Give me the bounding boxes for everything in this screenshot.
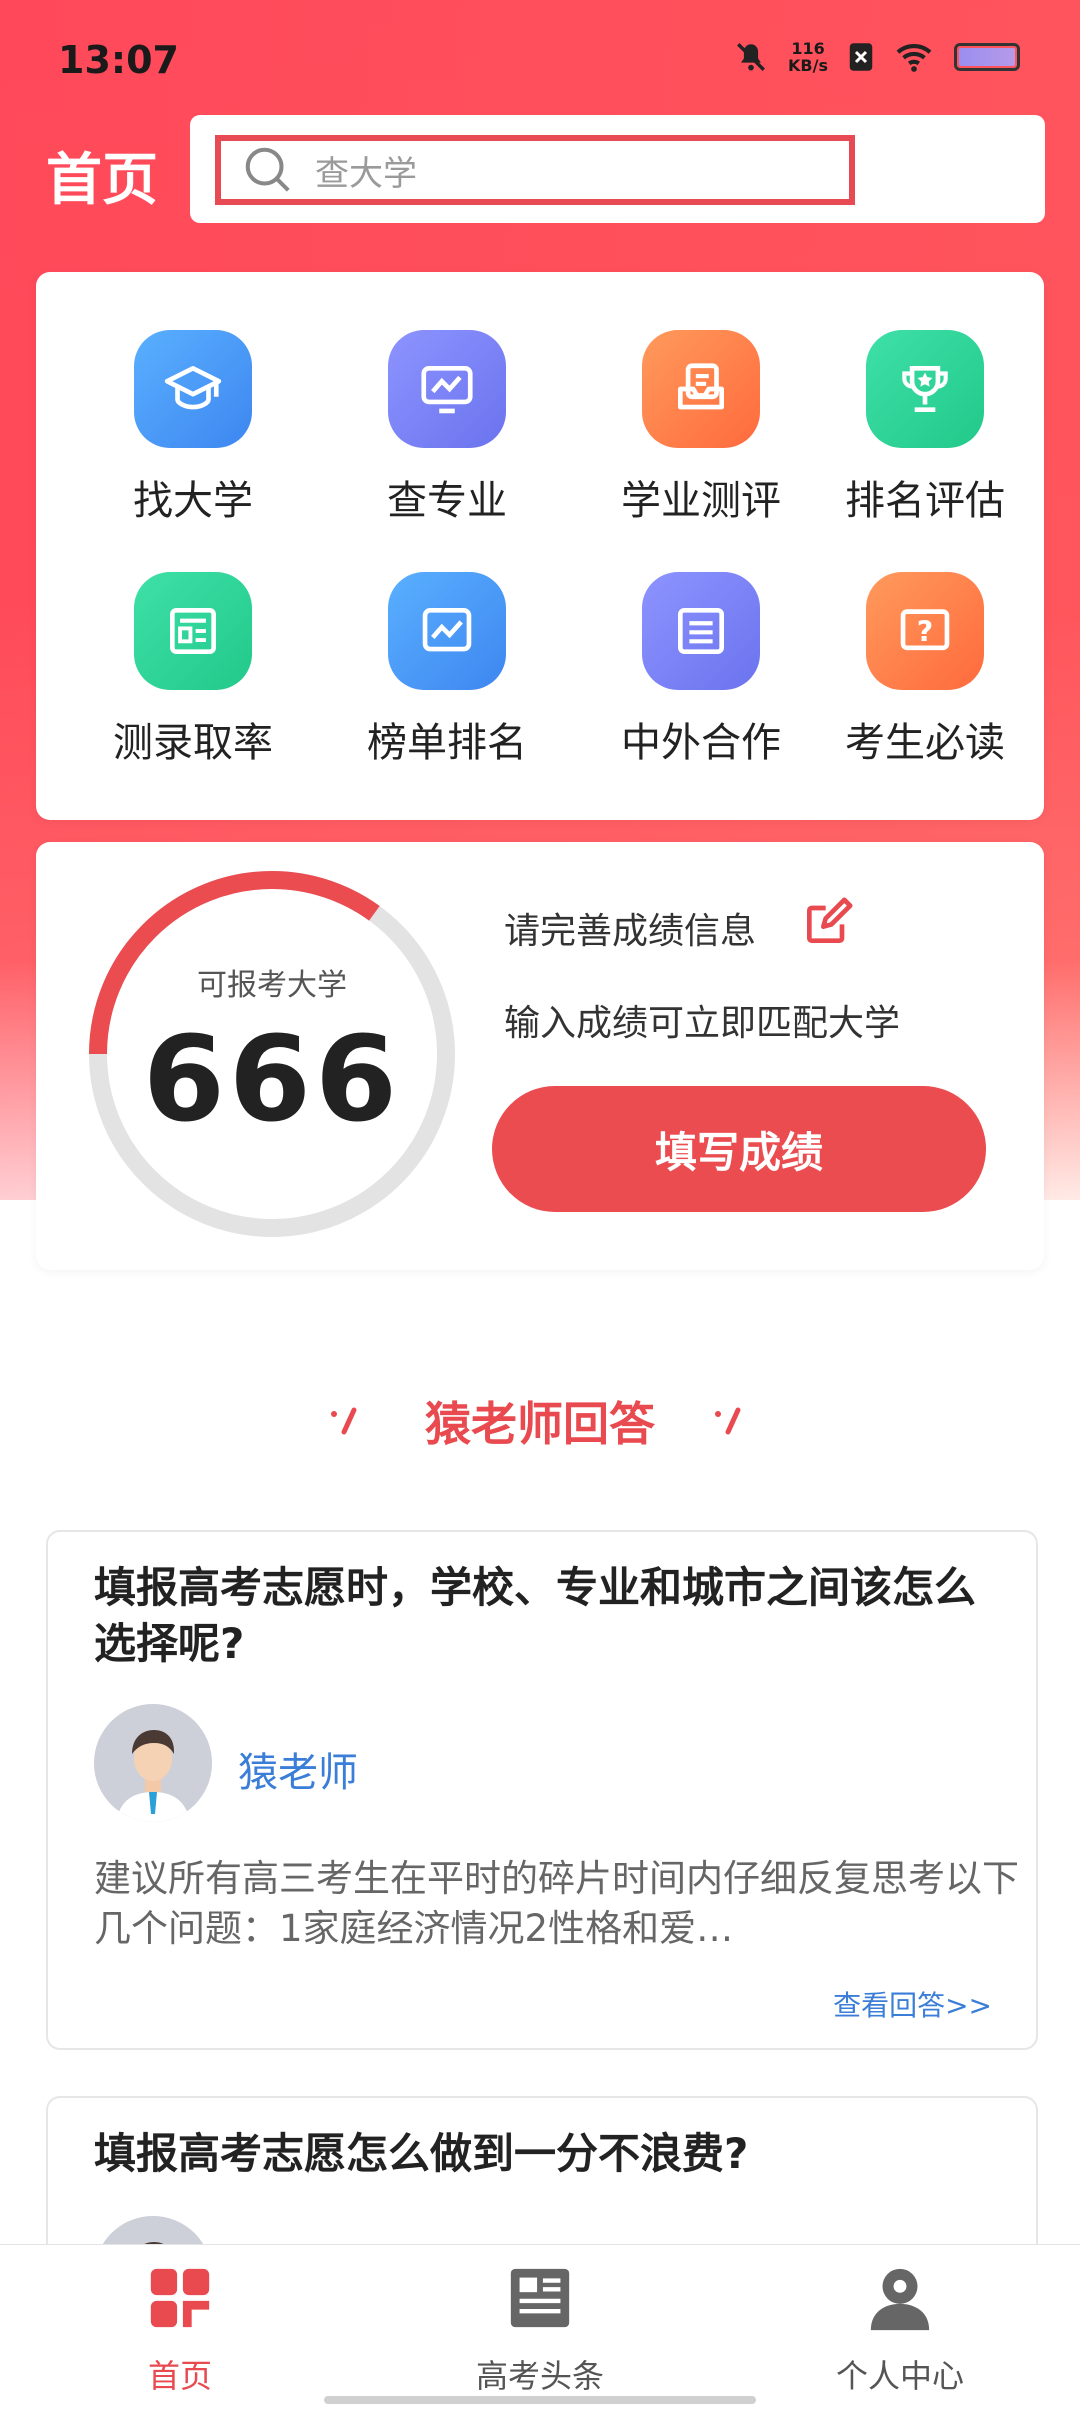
- top-header: 首页 查大学: [0, 115, 1080, 225]
- battery-icon: [954, 43, 1020, 71]
- trophy-icon: [866, 330, 984, 448]
- grid-item-must-read[interactable]: ? 考生必读: [830, 572, 1020, 772]
- list-doc-icon: [642, 572, 760, 690]
- ring-label: 可报考大学: [197, 968, 347, 1003]
- status-icons: 116 KB/s: [734, 40, 1020, 74]
- gesture-bar: [324, 2396, 756, 2404]
- question-card[interactable]: 填报高考志愿时，学校、专业和城市之间该怎么选择呢? 猿老师 建议所有高三考生在平…: [46, 1530, 1038, 2050]
- grid-item-international[interactable]: 中外合作: [576, 572, 826, 772]
- tab-label: 高考头条: [475, 2357, 604, 2395]
- net-speed: 116 KB/s: [788, 40, 828, 74]
- mute-bell-icon: [737, 43, 765, 71]
- search-icon: [245, 147, 290, 192]
- grid-item-ranking-eval[interactable]: 排名评估: [830, 330, 1020, 530]
- assessment-icon: [642, 330, 760, 448]
- tab-home[interactable]: 首页: [30, 2263, 330, 2397]
- search-placeholder: 查大学: [315, 153, 417, 194]
- graduation-cap-icon: [134, 330, 252, 448]
- avatar: [94, 1704, 212, 1822]
- grid-item-search-major[interactable]: 查专业: [322, 330, 572, 530]
- line-chart-icon: [388, 572, 506, 690]
- university-count: 666: [142, 1010, 402, 1148]
- decor-slash-icon: [715, 1407, 741, 1435]
- net-speed-value: 116: [791, 39, 825, 58]
- grid-item-label: 查专业: [387, 478, 507, 524]
- view-answer-link[interactable]: 查看回答>>: [833, 1984, 992, 2024]
- newspaper-icon: [134, 572, 252, 690]
- tab-news[interactable]: 高考头条: [390, 2263, 690, 2397]
- complete-score-tip: 请完善成绩信息: [504, 911, 757, 952]
- chart-monitor-icon: [388, 330, 506, 448]
- news-icon: [510, 2268, 570, 2328]
- grid-item-assessment[interactable]: 学业测评: [576, 330, 826, 530]
- tab-label: 个人中心: [835, 2357, 964, 2395]
- svg-text:?: ?: [917, 615, 933, 648]
- grid-item-admission-rate[interactable]: 测录取率: [68, 572, 318, 772]
- edit-icon[interactable]: [800, 894, 856, 950]
- grid-item-label: 榜单排名: [367, 720, 527, 766]
- status-time: 13:07: [58, 38, 179, 82]
- home-icon: [150, 2268, 210, 2328]
- grid-item-label: 中外合作: [621, 720, 781, 766]
- question-icon: ?: [866, 572, 984, 690]
- search-bar-container: 查大学: [190, 115, 1045, 223]
- tab-label: 首页: [147, 2357, 212, 2395]
- page-title: 首页: [46, 148, 158, 213]
- grid-item-rankings[interactable]: 榜单排名: [322, 572, 572, 772]
- section-title: 猿老师回答: [425, 1397, 655, 1451]
- grid-item-find-university[interactable]: 找大学: [68, 330, 318, 530]
- search-input[interactable]: 查大学: [215, 135, 855, 205]
- grid-item-label: 学业测评: [621, 478, 781, 524]
- bottom-tab-bar: 首页 高考头条 个人中心: [0, 2244, 1080, 2409]
- grid-item-label: 测录取率: [113, 720, 273, 766]
- score-card: 可报考大学 666 请完善成绩信息 输入成绩可立即匹配大学 填写成绩: [36, 842, 1044, 1270]
- net-speed-unit: KB/s: [788, 56, 828, 75]
- question-title: 填报高考志愿时，学校、专业和城市之间该怎么选择呢?: [94, 1563, 977, 1668]
- wifi-icon: [896, 44, 932, 72]
- grid-item-label: 考生必读: [845, 720, 1005, 766]
- sim-off-icon: [849, 43, 873, 71]
- tab-profile[interactable]: 个人中心: [750, 2263, 1050, 2397]
- status-bar: 13:07 116 KB/s: [0, 0, 1080, 120]
- match-tip: 输入成绩可立即匹配大学: [504, 1003, 901, 1044]
- user-icon: [870, 2268, 930, 2331]
- fill-score-button[interactable]: 填写成绩: [492, 1086, 986, 1212]
- question-title: 填报高考志愿怎么做到一分不浪费?: [94, 2129, 749, 2178]
- grid-item-label: 排名评估: [845, 478, 1005, 524]
- answer-excerpt: 建议所有高三考生在平时的碎片时间内仔细反复思考以下几个问题：1家庭经济情况2性格…: [94, 1857, 1019, 1950]
- author-name[interactable]: 猿老师: [238, 1740, 358, 1798]
- grid-item-label: 找大学: [133, 478, 253, 524]
- feature-grid: 找大学 查专业 学业测评 排名评估 测录取率 榜单排名 中外合作 ? 考生必读: [36, 272, 1044, 820]
